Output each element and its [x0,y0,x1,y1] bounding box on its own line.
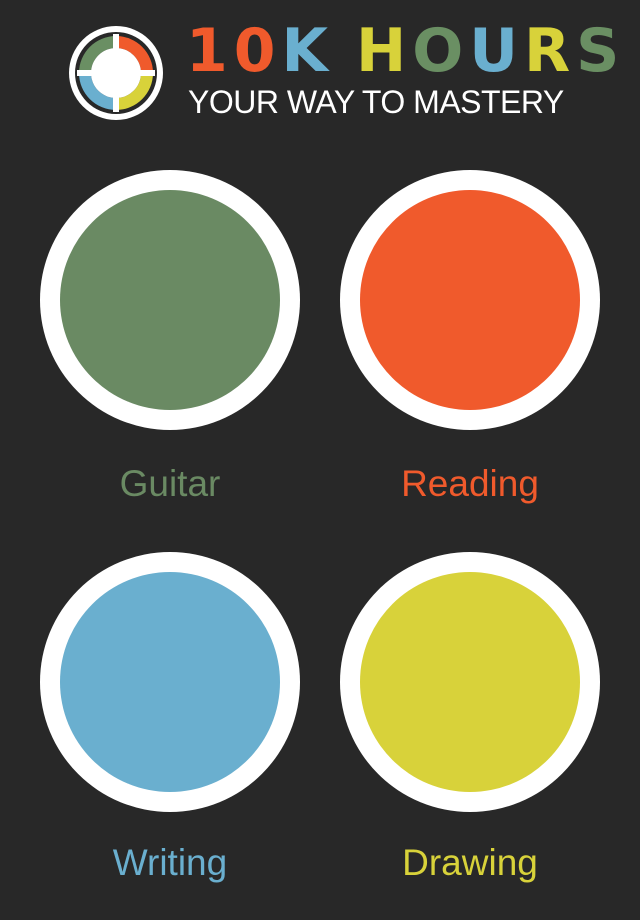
skill-color-disc [60,572,280,792]
skill-label-writing[interactable]: Writing [40,841,300,885]
app-subtitle: YOUR WAY TO MASTERY [188,84,564,120]
title-letter: 0 [233,16,282,86]
skill-button-reading[interactable] [340,170,600,430]
skill-label-guitar[interactable]: Guitar [40,462,300,506]
app-title: 10K HOURS [186,18,625,84]
skill-color-disc [360,190,580,410]
title-letter: S [576,16,626,86]
title-letter: 1 [186,16,234,86]
title-letter: O [412,16,470,86]
title-letter: K [281,16,334,86]
skill-color-disc [360,572,580,792]
skill-button-guitar[interactable] [40,170,300,430]
title-letter: U [469,16,524,86]
skill-button-writing[interactable] [40,552,300,812]
skill-label-reading[interactable]: Reading [340,462,600,506]
skill-label-drawing[interactable]: Drawing [340,841,600,885]
app-header: 10K HOURS YOUR WAY TO MASTERY [0,0,640,140]
skill-button-drawing[interactable] [340,552,600,812]
skill-color-disc [60,190,280,410]
title-letter: H [356,16,413,86]
progress-ring-logo-icon [69,26,163,120]
title-letter: R [523,16,577,86]
